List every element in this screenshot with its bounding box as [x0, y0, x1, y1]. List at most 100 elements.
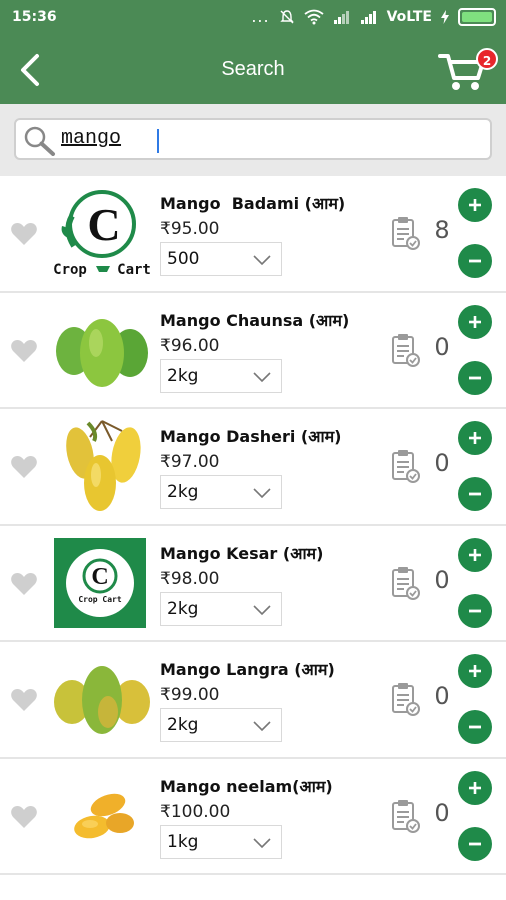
- signal-icon: [333, 11, 349, 24]
- product-image[interactable]: [50, 419, 154, 513]
- unit-value: 1kg: [167, 831, 199, 852]
- status-dots: ...: [251, 7, 270, 26]
- add-button[interactable]: [458, 537, 492, 572]
- clipboard-icon[interactable]: [390, 799, 420, 833]
- plus-icon: [469, 548, 481, 561]
- product-name: Mango Chaunsa (आम): [160, 310, 350, 330]
- add-button[interactable]: [458, 654, 492, 688]
- product-name: Mango neelam(आम): [160, 776, 333, 796]
- svg-text:Crop Cart: Crop Cart: [78, 595, 122, 604]
- quantity-value: 0: [434, 682, 450, 710]
- search-query: mango: [61, 127, 122, 150]
- search-icon: [24, 126, 55, 156]
- product-row: Mango Langra (आम) ₹99.00 2kg 0: [0, 642, 506, 759]
- unit-select[interactable]: 2kg: [160, 475, 282, 509]
- status-icons: ... VoLTE: [251, 8, 496, 26]
- svg-text:C: C: [87, 199, 120, 250]
- product-row: C Crop Cart Mango Badami (आम) ₹95.00 500 8: [0, 176, 506, 293]
- crop-cart-logo: C Crop Cart: [54, 537, 146, 628]
- product-name: Mango Kesar (आम): [160, 543, 324, 563]
- product-name: Mango Badami (आम): [160, 194, 346, 213]
- plus-icon: [469, 665, 481, 677]
- product-image[interactable]: C Crop Cart: [50, 536, 154, 630]
- clipboard-icon[interactable]: [390, 216, 420, 250]
- product-image[interactable]: [50, 303, 154, 397]
- plus-icon: [469, 781, 481, 794]
- clipboard-icon[interactable]: [390, 449, 420, 483]
- heart-icon[interactable]: [10, 572, 38, 596]
- minus-icon: [469, 725, 481, 729]
- product-name: Mango Dasheri (आम): [160, 427, 342, 446]
- heart-icon[interactable]: [10, 222, 38, 246]
- quantity-value: 0: [434, 332, 450, 361]
- heart-icon[interactable]: [10, 688, 38, 712]
- quantity-value: 0: [434, 798, 450, 827]
- remove-button[interactable]: [458, 710, 492, 744]
- product-price: ₹99.00: [160, 685, 220, 705]
- chevron-down-icon: [253, 488, 271, 499]
- add-button[interactable]: [458, 421, 492, 455]
- unit-select[interactable]: 500: [160, 242, 282, 276]
- signal-icon-2: [360, 11, 376, 24]
- product-price: ₹96.00: [160, 335, 220, 356]
- unit-select[interactable]: 1kg: [160, 824, 282, 859]
- minus-icon: [469, 842, 481, 845]
- remove-button[interactable]: [458, 826, 492, 861]
- svg-text:Cart: Cart: [117, 262, 151, 278]
- product-image[interactable]: [50, 652, 154, 746]
- heart-icon[interactable]: [10, 805, 38, 829]
- cart-count-badge: 2: [476, 48, 498, 70]
- svg-text:C: C: [91, 564, 108, 590]
- chevron-down-icon: [253, 255, 271, 266]
- product-price: ₹100.00: [160, 801, 231, 822]
- product-price: ₹97.00: [160, 452, 220, 472]
- unit-value: 2kg: [167, 598, 199, 619]
- remove-button[interactable]: [458, 593, 492, 628]
- product-row: Mango neelam(आम) ₹100.00 1kg 0: [0, 758, 506, 875]
- clipboard-icon[interactable]: [390, 333, 420, 367]
- minus-icon: [469, 259, 481, 263]
- clipboard-icon[interactable]: [390, 566, 420, 600]
- plus-icon: [469, 432, 481, 444]
- search-bar-container: mango: [0, 104, 506, 176]
- chevron-down-icon: [253, 604, 271, 615]
- quantity-value: 0: [434, 449, 450, 477]
- quantity-value: 8: [434, 216, 450, 244]
- clipboard-icon[interactable]: [390, 682, 420, 716]
- minus-icon: [469, 492, 481, 496]
- status-bar: 15:36 ... VoLTE: [0, 0, 506, 36]
- chevron-down-icon: [253, 371, 271, 382]
- product-list: C Crop Cart Mango Badami (आम) ₹95.00 500 8: [0, 176, 506, 875]
- remove-button[interactable]: [458, 477, 492, 511]
- plus-icon: [469, 199, 481, 211]
- remove-button[interactable]: [458, 244, 492, 278]
- product-name: Mango Langra (आम): [160, 660, 335, 679]
- page-title: Search: [221, 58, 285, 80]
- unit-value: 2kg: [167, 482, 199, 502]
- status-time: 15:36: [12, 9, 57, 25]
- app-bar: Search 2: [0, 36, 506, 104]
- heart-icon[interactable]: [10, 339, 38, 363]
- add-button[interactable]: [458, 304, 492, 339]
- heart-icon[interactable]: [10, 455, 38, 479]
- product-row: Mango Chaunsa (आम) ₹96.00 2kg 0: [0, 292, 506, 409]
- add-button[interactable]: [458, 188, 492, 222]
- minus-icon: [469, 609, 481, 612]
- plus-icon: [469, 315, 481, 328]
- unit-select[interactable]: 2kg: [160, 708, 282, 742]
- product-row: C Crop Cart Mango Kesar (आम) ₹98.00 2kg 0: [0, 525, 506, 642]
- search-input[interactable]: mango: [14, 118, 492, 160]
- chevron-down-icon: [253, 721, 271, 732]
- unit-select[interactable]: 2kg: [160, 358, 282, 393]
- product-image[interactable]: C Crop Cart: [50, 186, 154, 280]
- unit-select[interactable]: 2kg: [160, 591, 282, 626]
- unit-value: 2kg: [167, 715, 199, 735]
- product-image[interactable]: [50, 769, 154, 863]
- remove-button[interactable]: [458, 360, 492, 395]
- product-price: ₹95.00: [160, 219, 220, 239]
- add-button[interactable]: [458, 770, 492, 805]
- mute-icon: [279, 10, 294, 24]
- product-price: ₹98.00: [160, 568, 220, 589]
- mango-image: [54, 666, 150, 734]
- unit-value: 2kg: [167, 365, 199, 386]
